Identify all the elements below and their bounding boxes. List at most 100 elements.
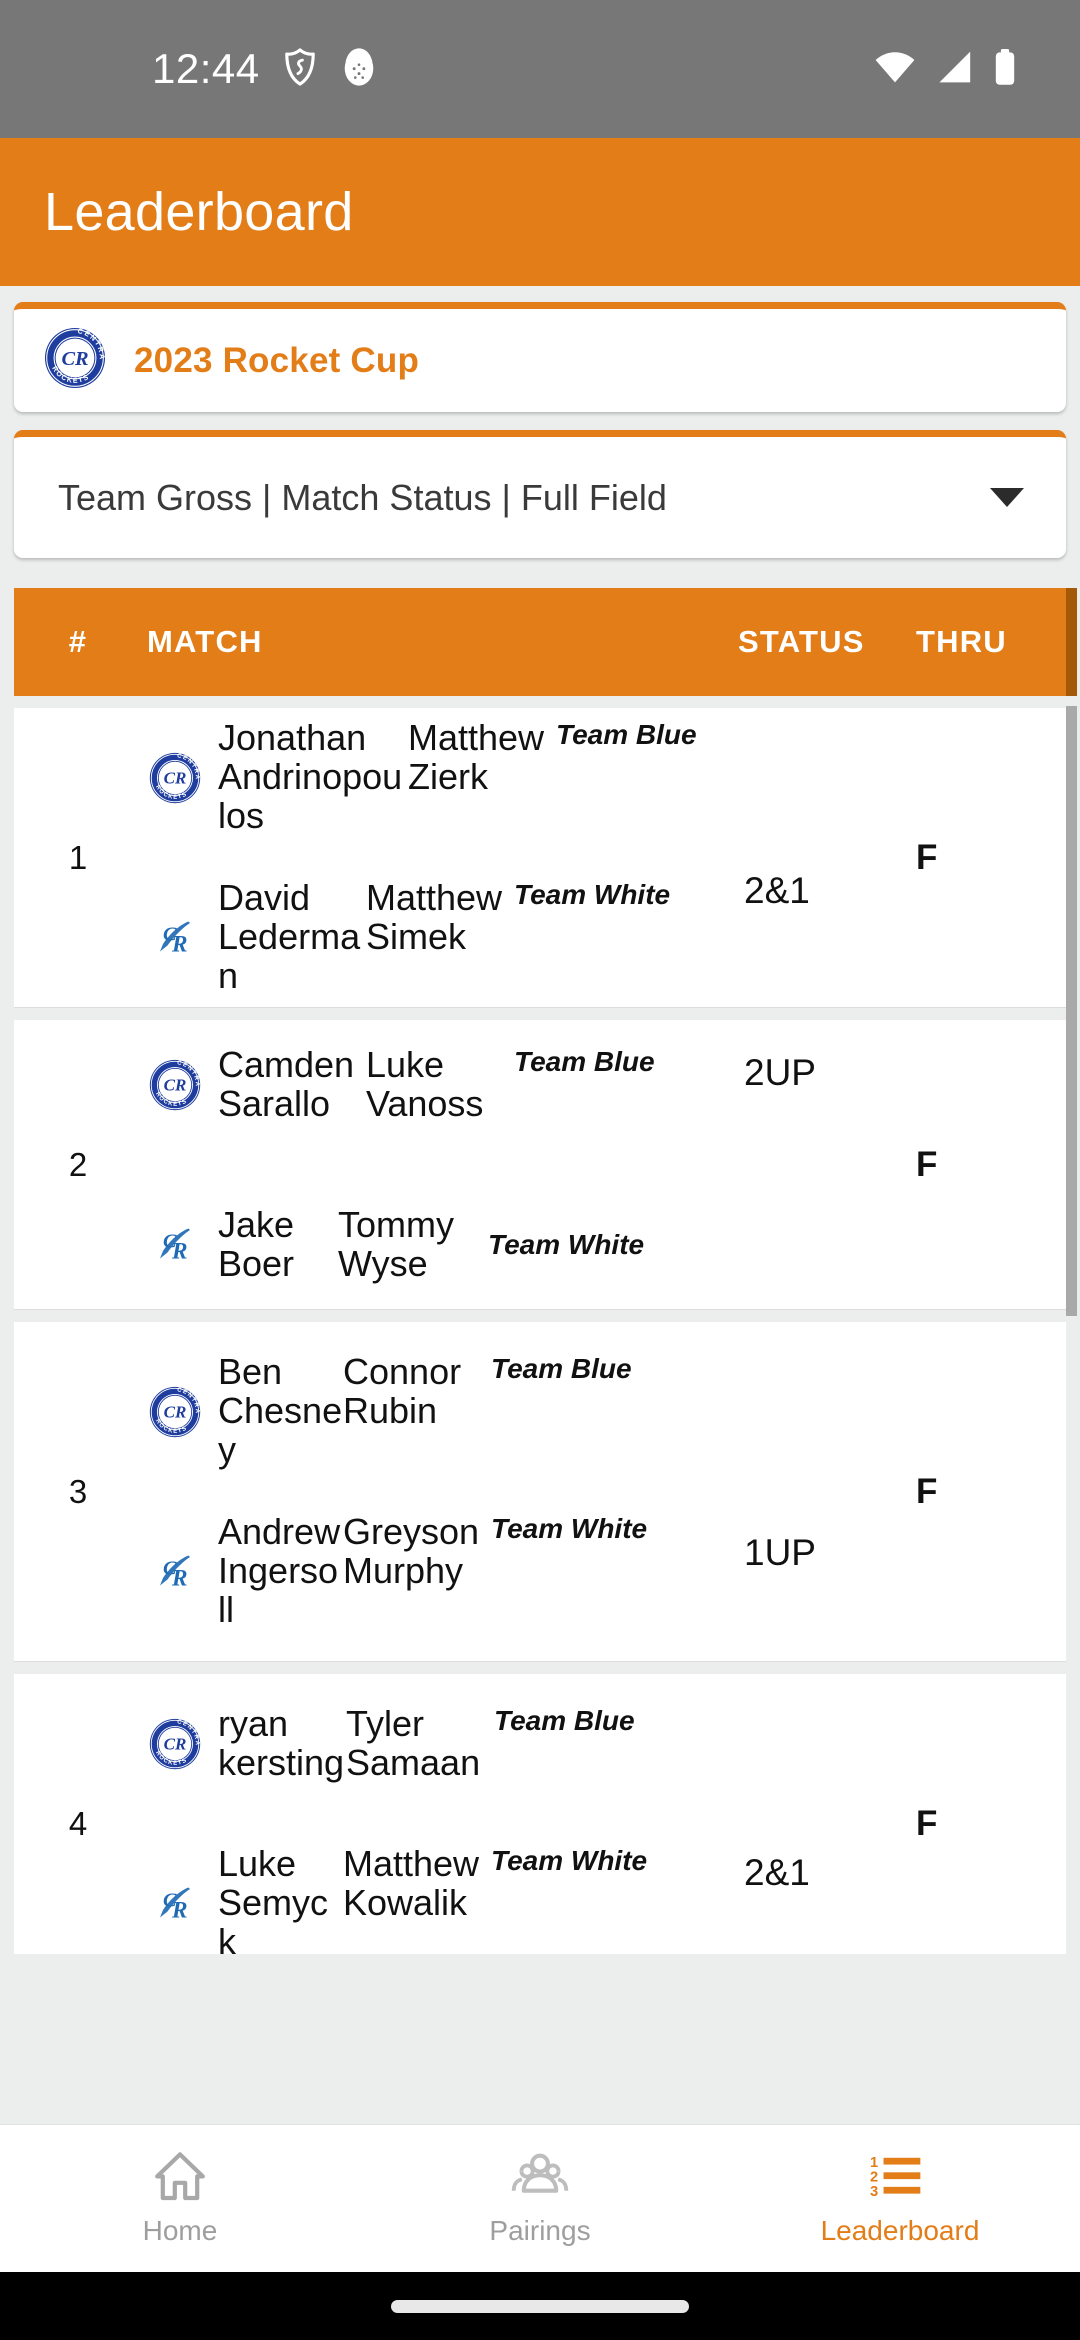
content-area: CENTRAL ROCKETS CR 2023 Rocket Cup Team … [0,286,1080,2124]
row-thru-cell: F [916,1471,938,1511]
team-label: Team White [488,1228,645,1260]
svg-text:3: 3 [870,2184,878,2200]
side-content: Luke Semyck Matthew Kowalik Team White [218,1843,648,1962]
nav-item-leaderboard[interactable]: 1 2 3 Leaderboard [720,2125,1080,2272]
status-bar-left: 12:44 [0,47,378,92]
side-content: David Lederman Matthew Simek Team White [218,877,671,996]
home-gesture-pill[interactable] [391,2299,689,2313]
status-bar: 12:44 [0,0,1080,138]
svg-text:R: R [171,1565,188,1591]
column-header-rank: # [68,624,88,659]
table-row[interactable]: 1 CENTRAL [14,708,1066,1008]
team-label: Team Blue [491,1353,632,1385]
player-name: Tommy Wyse [338,1203,454,1284]
status-bar-clock: 12:44 [152,45,260,92]
svg-text:CR: CR [164,1734,187,1753]
cellular-signal-icon [934,50,974,89]
player-name: Matthew Kowalik [343,1843,480,1924]
scroll-bottom-gutter [0,1954,1080,1976]
table-row[interactable]: 3 CENTRAL [14,1322,1066,1662]
svg-text:R: R [171,1238,188,1264]
svg-text:R: R [171,1897,188,1923]
wifi-icon [874,50,916,89]
tournament-card[interactable]: CENTRAL ROCKETS CR 2023 Rocket Cup [14,302,1066,412]
app-bar: Leaderboard [0,138,1080,286]
central-rockets-badge-icon: CENTRAL ROCKETS CR [142,752,208,804]
row-status-cell: 2&1 [738,708,916,1007]
tournament-name: 2023 Rocket Cup [134,340,420,380]
row-status-cell: 1UP [738,1322,916,1661]
match-side-white: C R David Lederman Matthew Simek Team Wh… [142,858,738,1018]
player-name: Camden Sarallo [218,1043,355,1124]
player-name: Ben Chesney [218,1351,343,1470]
scrollbar-thumb[interactable] [1066,706,1077,1316]
nav-label-leaderboard: Leaderboard [820,2215,980,2246]
ranked-list-icon: 1 2 3 [869,2150,931,2207]
player-name: Matthew Simek [366,877,503,958]
page-title: Leaderboard [44,182,354,242]
column-header-thru: THRU [916,624,1007,659]
home-icon [152,2150,208,2207]
leaderboard-table: # MATCH STATUS THRU 1 CENTRA ROCKETS CR … [0,588,1080,1976]
player-name: Jonathan Andrinopoulos [218,717,403,836]
table-body: 1 CENTRAL [14,708,1066,1974]
row-match-cell: CENTRAL ROCKETS CR Jonathan Andrinopoulo… [142,708,738,1007]
svg-text:CR: CR [61,348,88,370]
nav-item-home[interactable]: Home [0,2125,360,2272]
status-badge: 2&1 [744,870,810,911]
side-content: Jonathan Andrinopoulos Matthew Zierk Tea… [218,717,697,836]
side-content: Ben Chesney Connor Rubin Team Blue [218,1351,632,1470]
row-match-cell: CENTRAL ROCKETS CR Ben Chesney Connor Ru… [142,1322,738,1661]
status-badge: 1UP [744,1532,816,1573]
side-content: Andrew Ingersoll Greyson Murphy Team Whi… [218,1511,648,1630]
table-header-row: # MATCH STATUS THRU [14,588,1066,696]
player-name: Tyler Samaan [346,1702,481,1783]
side-content: Camden Sarallo Luke Vanoss Team Blue [218,1043,655,1124]
match-side-white: C R Jake Boer Tommy Wyse Team White [142,1165,738,1325]
player-name: Luke Semyck [218,1843,329,1962]
battery-icon [992,48,1018,91]
column-header-match: MATCH [147,624,263,659]
match-side-blue: CENTRAL ROCKETS CR Jonathan Andrinopoulo… [142,698,738,858]
people-icon [511,2150,569,2207]
svg-text:CR: CR [164,1075,187,1094]
system-gesture-bar [0,2272,1080,2340]
table-row[interactable]: 2 CENTRAL [14,1020,1066,1310]
cr-script-icon: C R [142,1548,208,1596]
player-name: David Lederman [218,877,361,996]
player-name: Andrew Ingersoll [218,1511,341,1630]
svg-text:CR: CR [164,768,187,787]
cr-script-icon: C R [142,914,208,962]
row-thru-cell: F [916,837,938,877]
row-rank: 1 [68,838,88,876]
status-bar-right [874,48,1040,91]
team-label: Team White [491,1513,648,1545]
row-rank: 3 [68,1472,88,1510]
leaderboard-filter-dropdown[interactable]: Team Gross | Match Status | Full Field [14,430,1066,558]
vertical-scrollbar[interactable] [1066,588,1077,1976]
chevron-down-icon[interactable] [990,488,1024,507]
row-thru-cell: F [916,1144,938,1184]
player-name: Luke Vanoss [366,1043,484,1124]
filter-selected-value: Team Gross | Match Status | Full Field [58,476,667,518]
team-label: Team Blue [514,1045,655,1077]
match-side-blue: CENTRAL ROCKETS CR Camden Sarallo Luke V… [142,1005,738,1165]
status-badge: 2&1 [744,1852,810,1893]
nav-item-pairings[interactable]: Pairings [360,2125,720,2272]
central-rockets-badge-icon: CENTRAL ROCKETS CR [142,1386,208,1438]
team-label: Team Blue [494,1704,635,1736]
row-rank: 4 [68,1804,88,1842]
svg-text:CR: CR [164,1402,187,1421]
row-status-cell: 2&1 [738,1674,916,1973]
team-label: Team White [491,1845,648,1877]
row-match-cell: CENTRAL ROCKETS CR ryan kersting Tyler S… [142,1674,738,1973]
egg-icon [340,47,378,92]
team-label: Team White [514,879,671,911]
side-content: Jake Boer Tommy Wyse Team White [218,1203,645,1284]
scrollbar-thumb-header[interactable] [1066,588,1077,696]
team-label: Team Blue [556,719,697,751]
nav-label-pairings: Pairings [489,2215,591,2246]
cr-script-icon: C R [142,1221,208,1269]
side-content: ryan kersting Tyler Samaan Team Blue [218,1702,635,1783]
table-row[interactable]: 4 CENTRAL [14,1674,1066,1974]
